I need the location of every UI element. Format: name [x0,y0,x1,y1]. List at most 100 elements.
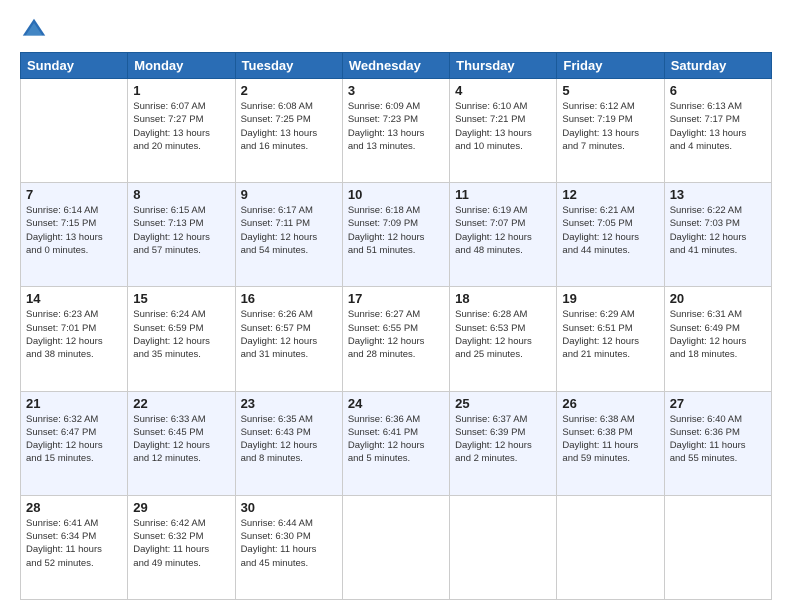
logo [20,16,52,44]
calendar-cell: 10Sunrise: 6:18 AM Sunset: 7:09 PM Dayli… [342,183,449,287]
week-row-3: 14 Sunrise: 6:23 AM Sunset: 7:01 PM Dayli… [21,287,772,391]
cell-info: Sunrise: 6:22 AM Sunset: 7:03 PM Dayligh… [670,204,766,257]
calendar-cell: 8 Sunrise: 6:15 AM Sunset: 7:13 PM Daylig… [128,183,235,287]
day-number: 16 [241,291,337,306]
cell-info: Sunrise: 6:19 AM Sunset: 7:07 PM Dayligh… [455,204,551,257]
calendar-cell: 3 Sunrise: 6:09 AM Sunset: 7:23 PM Daylig… [342,79,449,183]
day-number: 28 [26,500,122,515]
calendar-cell: 12 Sunrise: 6:21 AM Sunset: 7:05 PM Dayli… [557,183,664,287]
week-row-5: 28 Sunrise: 6:41 AM Sunset: 6:34 PM Dayli… [21,495,772,599]
calendar-cell: 30 Sunrise: 6:44 AM Sunset: 6:30 PM Dayli… [235,495,342,599]
calendar-cell: 28 Sunrise: 6:41 AM Sunset: 6:34 PM Dayli… [21,495,128,599]
day-number: 17 [348,291,444,306]
calendar-cell [342,495,449,599]
calendar-cell: 19 Sunrise: 6:29 AM Sunset: 6:51 PM Dayli… [557,287,664,391]
calendar-cell: 15Sunrise: 6:24 AM Sunset: 6:59 PM Dayli… [128,287,235,391]
cell-info: Sunrise: 6:29 AM Sunset: 6:51 PM Dayligh… [562,308,658,361]
day-number: 29 [133,500,229,515]
cell-info: Sunrise: 6:09 AM Sunset: 7:23 PM Dayligh… [348,100,444,153]
day-number: 7 [26,187,122,202]
day-number: 25 [455,396,551,411]
cell-info: Sunrise: 6:27 AM Sunset: 6:55 PM Dayligh… [348,308,444,361]
day-number: 10 [348,187,444,202]
weekday-header-wednesday: Wednesday [342,53,449,79]
day-number: 20 [670,291,766,306]
calendar-cell: 20 Sunrise: 6:31 AM Sunset: 6:49 PM Dayli… [664,287,771,391]
weekday-header-thursday: Thursday [450,53,557,79]
cell-info: Sunrise: 6:35 AM Sunset: 6:43 PM Dayligh… [241,413,337,466]
weekday-header-sunday: Sunday [21,53,128,79]
week-row-2: 7 Sunrise: 6:14 AM Sunset: 7:15 PM Daylig… [21,183,772,287]
day-number: 13 [670,187,766,202]
day-number: 12 [562,187,658,202]
day-number: 27 [670,396,766,411]
weekday-header-friday: Friday [557,53,664,79]
weekday-header-saturday: Saturday [664,53,771,79]
calendar-cell: 21Sunrise: 6:32 AM Sunset: 6:47 PM Dayli… [21,391,128,495]
calendar-table: SundayMondayTuesdayWednesdayThursdayFrid… [20,52,772,600]
cell-info: Sunrise: 6:44 AM Sunset: 6:30 PM Dayligh… [241,517,337,570]
calendar-cell: 1 Sunrise: 6:07 AM Sunset: 7:27 PM Daylig… [128,79,235,183]
cell-info: Sunrise: 6:10 AM Sunset: 7:21 PM Dayligh… [455,100,551,153]
calendar-cell: 9 Sunrise: 6:17 AM Sunset: 7:11 PM Daylig… [235,183,342,287]
cell-info: Sunrise: 6:23 AM Sunset: 7:01 PM Dayligh… [26,308,122,361]
header [20,16,772,44]
day-number: 6 [670,83,766,98]
cell-info: Sunrise: 6:15 AM Sunset: 7:13 PM Dayligh… [133,204,229,257]
cell-info: Sunrise: 6:31 AM Sunset: 6:49 PM Dayligh… [670,308,766,361]
cell-info: Sunrise: 6:26 AM Sunset: 6:57 PM Dayligh… [241,308,337,361]
cell-info: Sunrise: 6:17 AM Sunset: 7:11 PM Dayligh… [241,204,337,257]
cell-info: Sunrise: 6:40 AM Sunset: 6:36 PM Dayligh… [670,413,766,466]
day-number: 24 [348,396,444,411]
day-number: 4 [455,83,551,98]
page: SundayMondayTuesdayWednesdayThursdayFrid… [0,0,792,612]
cell-info: Sunrise: 6:36 AM Sunset: 6:41 PM Dayligh… [348,413,444,466]
cell-info: Sunrise: 6:37 AM Sunset: 6:39 PM Dayligh… [455,413,551,466]
cell-info: Sunrise: 6:38 AM Sunset: 6:38 PM Dayligh… [562,413,658,466]
day-number: 19 [562,291,658,306]
calendar-cell: 13 Sunrise: 6:22 AM Sunset: 7:03 PM Dayli… [664,183,771,287]
calendar-cell: 29 Sunrise: 6:42 AM Sunset: 6:32 PM Dayli… [128,495,235,599]
cell-info: Sunrise: 6:41 AM Sunset: 6:34 PM Dayligh… [26,517,122,570]
weekday-header-monday: Monday [128,53,235,79]
day-number: 8 [133,187,229,202]
cell-info: Sunrise: 6:21 AM Sunset: 7:05 PM Dayligh… [562,204,658,257]
cell-info: Sunrise: 6:07 AM Sunset: 7:27 PM Dayligh… [133,100,229,153]
cell-info: Sunrise: 6:14 AM Sunset: 7:15 PM Dayligh… [26,204,122,257]
calendar-cell: 26 Sunrise: 6:38 AM Sunset: 6:38 PM Dayli… [557,391,664,495]
cell-info: Sunrise: 6:13 AM Sunset: 7:17 PM Dayligh… [670,100,766,153]
calendar-cell: 6 Sunrise: 6:13 AM Sunset: 7:17 PM Daylig… [664,79,771,183]
weekday-header-row: SundayMondayTuesdayWednesdayThursdayFrid… [21,53,772,79]
day-number: 14 [26,291,122,306]
cell-info: Sunrise: 6:28 AM Sunset: 6:53 PM Dayligh… [455,308,551,361]
week-row-4: 21Sunrise: 6:32 AM Sunset: 6:47 PM Dayli… [21,391,772,495]
day-number: 1 [133,83,229,98]
day-number: 30 [241,500,337,515]
day-number: 26 [562,396,658,411]
cell-info: Sunrise: 6:42 AM Sunset: 6:32 PM Dayligh… [133,517,229,570]
calendar-cell: 23 Sunrise: 6:35 AM Sunset: 6:43 PM Dayli… [235,391,342,495]
day-number: 2 [241,83,337,98]
day-number: 9 [241,187,337,202]
calendar-cell: 16 Sunrise: 6:26 AM Sunset: 6:57 PM Dayli… [235,287,342,391]
calendar-cell: 27 Sunrise: 6:40 AM Sunset: 6:36 PM Dayli… [664,391,771,495]
day-number: 11 [455,187,551,202]
calendar-cell: 11 Sunrise: 6:19 AM Sunset: 7:07 PM Dayli… [450,183,557,287]
calendar-cell: 17 Sunrise: 6:27 AM Sunset: 6:55 PM Dayli… [342,287,449,391]
cell-info: Sunrise: 6:12 AM Sunset: 7:19 PM Dayligh… [562,100,658,153]
cell-info: Sunrise: 6:24 AM Sunset: 6:59 PM Dayligh… [133,308,229,361]
logo-icon [20,16,48,44]
calendar-cell: 7 Sunrise: 6:14 AM Sunset: 7:15 PM Daylig… [21,183,128,287]
day-number: 5 [562,83,658,98]
calendar-cell [450,495,557,599]
day-number: 21 [26,396,122,411]
calendar-cell: 24 Sunrise: 6:36 AM Sunset: 6:41 PM Dayli… [342,391,449,495]
cell-info: Sunrise: 6:33 AM Sunset: 6:45 PM Dayligh… [133,413,229,466]
calendar-cell [664,495,771,599]
day-number: 23 [241,396,337,411]
calendar-cell: 2Sunrise: 6:08 AM Sunset: 7:25 PM Daylig… [235,79,342,183]
calendar-cell: 14 Sunrise: 6:23 AM Sunset: 7:01 PM Dayli… [21,287,128,391]
day-number: 22 [133,396,229,411]
day-number: 3 [348,83,444,98]
calendar-cell [557,495,664,599]
